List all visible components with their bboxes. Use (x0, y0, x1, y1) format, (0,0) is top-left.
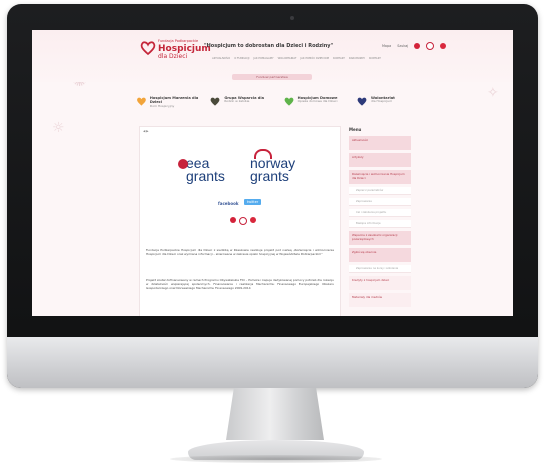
sidebar-item[interactable]: Kredyty z hospicjum dzieci (349, 276, 411, 290)
content-panel: ◀ ▶ eea grants norway grants facebook tw… (139, 126, 341, 316)
nav-item[interactable]: Aktualności (212, 57, 230, 60)
map-link[interactable]: Mapa (382, 44, 391, 48)
sidebar-subitem[interactable]: Bieżące informacje (349, 220, 411, 228)
sidebar-subitem[interactable]: Zaproszenie na kursy i szkolenia (349, 265, 411, 273)
sidebar-subitem[interactable]: Cel i założenia projektu (349, 209, 411, 217)
nav-item[interactable]: Jak pomagamy (253, 57, 273, 60)
logo-small-text: Fundacja Podkarpackie (158, 39, 199, 43)
partner-subtitle: Dom Hospicyjny (149, 103, 175, 108)
partner-row: Hospicjum Marzenia dla Dzieci Dom Hospic… (136, 96, 426, 116)
language-flags (230, 217, 256, 225)
sidebar-item[interactable]: Aktualności (349, 136, 411, 150)
project-description: Fundacja Podkarpackie Hospicjum dla Dzie… (146, 248, 334, 256)
search-link[interactable]: Szukaj (397, 44, 408, 48)
sidebar-item[interactable]: Zgłoś się obecnie (349, 248, 411, 262)
heart-logo-icon[interactable] (140, 40, 156, 56)
green-heart-icon (284, 97, 294, 106)
nav-item[interactable]: O fundacji (234, 57, 249, 60)
site-logo[interactable]: Fundacja Podkarpackie Hospicjum dla Dzie… (158, 39, 211, 60)
nav-item[interactable]: Kontakt (369, 57, 381, 60)
twitter-button[interactable]: twitter (244, 199, 262, 205)
main-nav: Aktualności O fundacji Jak pomagamy Wolo… (212, 57, 381, 60)
navy-heart-icon (357, 97, 367, 106)
sidebar-item[interactable]: Artykuły (349, 153, 411, 167)
sidebar-menu: Aktualności Artykuły Rozwinięcie i wzmocni… (349, 136, 411, 316)
orange-heart-icon (137, 97, 146, 106)
eea-emblem-icon (178, 159, 188, 169)
site-motto: "Hospicjum to dobrostan dla Dzieci i Rod… (204, 43, 334, 49)
funding-description: Projekt został dofinansowany w ramach Pr… (146, 278, 334, 290)
eea-grants-logo: eea grants (178, 156, 225, 184)
sidebar-subitem[interactable]: Zaproszenie (349, 198, 411, 206)
nav-item[interactable]: Kontakt (333, 57, 345, 60)
sun-doodle-icon: ☼ (52, 120, 65, 136)
norway-grants-logo: norway grants (250, 149, 295, 184)
logo-subtitle: dla Dzieci (158, 52, 188, 60)
eea-grants-word: grants (186, 167, 225, 184)
star-doodle-icon: ✧ (487, 85, 499, 101)
sidebar-item[interactable]: Rozwinięcie i wzmocnienie Hospicjum dla … (349, 170, 411, 184)
camera-icon (290, 16, 294, 20)
dark-heart-icon (210, 97, 220, 106)
partner-item[interactable]: Hospicjum Domowe Opieka domowa dla Dziec… (283, 96, 353, 116)
language-flag-icon[interactable] (440, 43, 447, 49)
sidebar-item[interactable]: Materiały dla mediów (349, 293, 411, 307)
monitor-stand (226, 388, 324, 440)
utility-bar: Mapa Szukaj (382, 42, 447, 50)
facebook-button[interactable]: facebook (218, 201, 239, 206)
section-ribbon: Fundusz partnerstwa (232, 74, 312, 80)
language-flag-icon[interactable] (414, 43, 421, 49)
nav-item[interactable]: Wolontariat (278, 57, 297, 60)
norway-emblem-icon (254, 149, 272, 159)
partner-subtitle: Rodzin w żałobie (224, 99, 250, 104)
sidebar-item[interactable]: Wsparcie z zasobami organizacji pozarząd… (349, 231, 411, 245)
nav-item[interactable]: Jak pomóc dzieciom (300, 57, 329, 60)
flag-icon[interactable] (230, 217, 236, 223)
monitor-chin (7, 337, 538, 388)
pager-controls[interactable]: ◀ ▶ (143, 129, 149, 133)
flag-icon[interactable] (250, 217, 256, 223)
partner-item[interactable]: Wolontariat dla Hospicjum (356, 96, 426, 116)
nav-item[interactable]: Darowizny (349, 57, 365, 60)
norway-grants-word: grants (250, 167, 289, 184)
sidebar-title: Menu (349, 127, 362, 132)
partner-item[interactable]: Grupa Wsparcia dla Rodzin w żałobie (209, 96, 279, 116)
website-screen: ♡ ✺ ♡ ✧ ☼ Fundacja Podkarpackie Hospicju… (32, 30, 513, 316)
partner-subtitle: dla Hospicjum (370, 99, 393, 104)
stand-shadow (170, 455, 382, 463)
partner-subtitle: Opieka domowa dla Dzieci (297, 99, 338, 104)
language-flag-icon[interactable] (426, 42, 435, 50)
sidebar-subitem[interactable]: Zapisz z parametrów (349, 187, 411, 195)
partner-item[interactable]: Hospicjum Marzenia dla Dzieci Dom Hospic… (136, 96, 206, 116)
flag-icon[interactable] (239, 217, 247, 225)
